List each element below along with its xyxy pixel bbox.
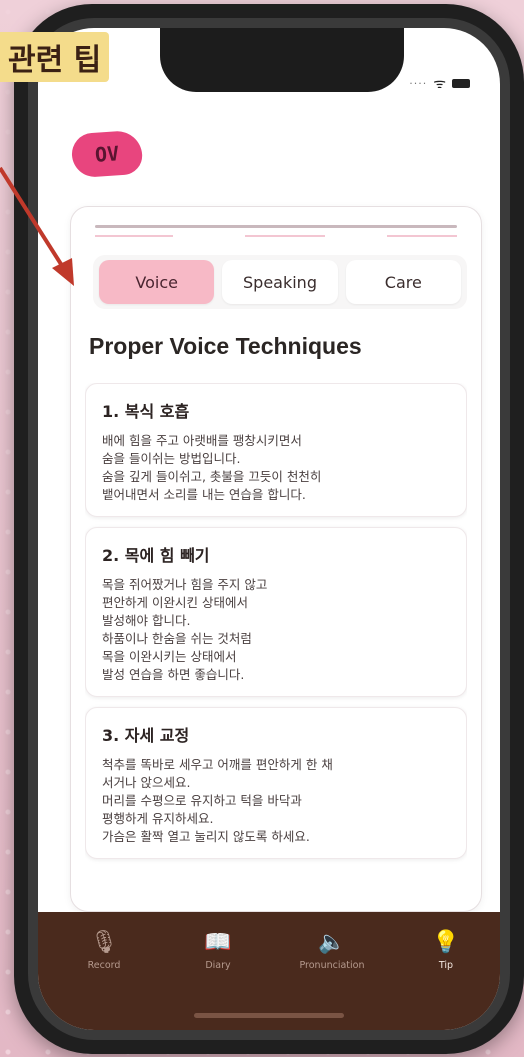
annotation-arrow: [0, 166, 74, 286]
arrow-head: [52, 258, 74, 286]
arrow-shaft: [0, 166, 68, 274]
